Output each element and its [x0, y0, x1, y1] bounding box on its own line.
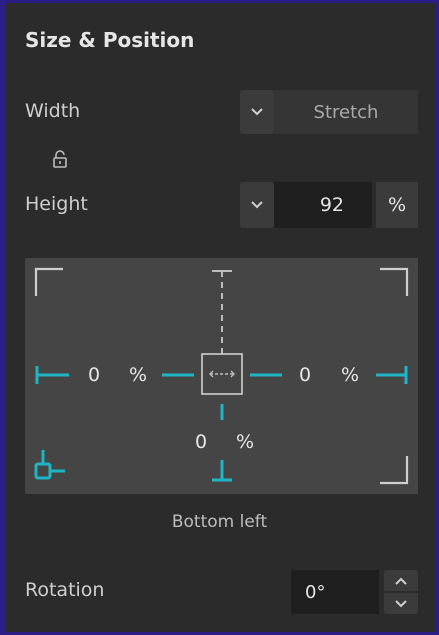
corner-bottom-left-marker[interactable]	[34, 462, 52, 480]
height-dropdown-button[interactable]	[240, 182, 274, 228]
panel-title: Size & Position	[25, 28, 195, 52]
height-value-input[interactable]: 92	[274, 182, 372, 228]
lock-icon[interactable]	[52, 150, 68, 168]
height-label: Height	[25, 193, 88, 215]
chevron-down-icon	[251, 108, 263, 116]
right-offset-value[interactable]: 0	[299, 364, 311, 386]
bottom-offset-unit: %	[236, 431, 255, 453]
window-frame-top	[0, 0, 439, 3]
right-offset-unit: %	[341, 364, 360, 386]
rotation-input[interactable]: 0°	[291, 570, 379, 614]
chevron-up-icon	[395, 577, 407, 585]
chevron-down-icon	[251, 201, 263, 209]
corner-bottom-right-marker[interactable]	[380, 456, 409, 485]
corner-top-right-marker[interactable]	[380, 267, 409, 296]
bottom-offset-value[interactable]: 0	[195, 431, 207, 453]
width-dropdown-button[interactable]	[240, 90, 274, 134]
width-value-field[interactable]: Stretch	[274, 90, 418, 134]
corner-top-left-marker[interactable]	[34, 267, 63, 296]
window-frame-left	[0, 0, 6, 635]
rotation-label: Rotation	[25, 579, 105, 601]
chevron-down-icon	[395, 599, 407, 607]
rotation-decrement-button[interactable]	[384, 593, 418, 614]
width-label: Width	[25, 100, 81, 122]
anchor-position-editor: 0 % 0 % 0 %	[25, 258, 418, 494]
rotation-increment-button[interactable]	[384, 570, 418, 591]
anchor-position-label: Bottom left	[171, 512, 268, 532]
left-offset-value[interactable]: 0	[88, 364, 100, 386]
left-offset-unit: %	[129, 364, 148, 386]
height-unit-button[interactable]: %	[376, 182, 418, 228]
